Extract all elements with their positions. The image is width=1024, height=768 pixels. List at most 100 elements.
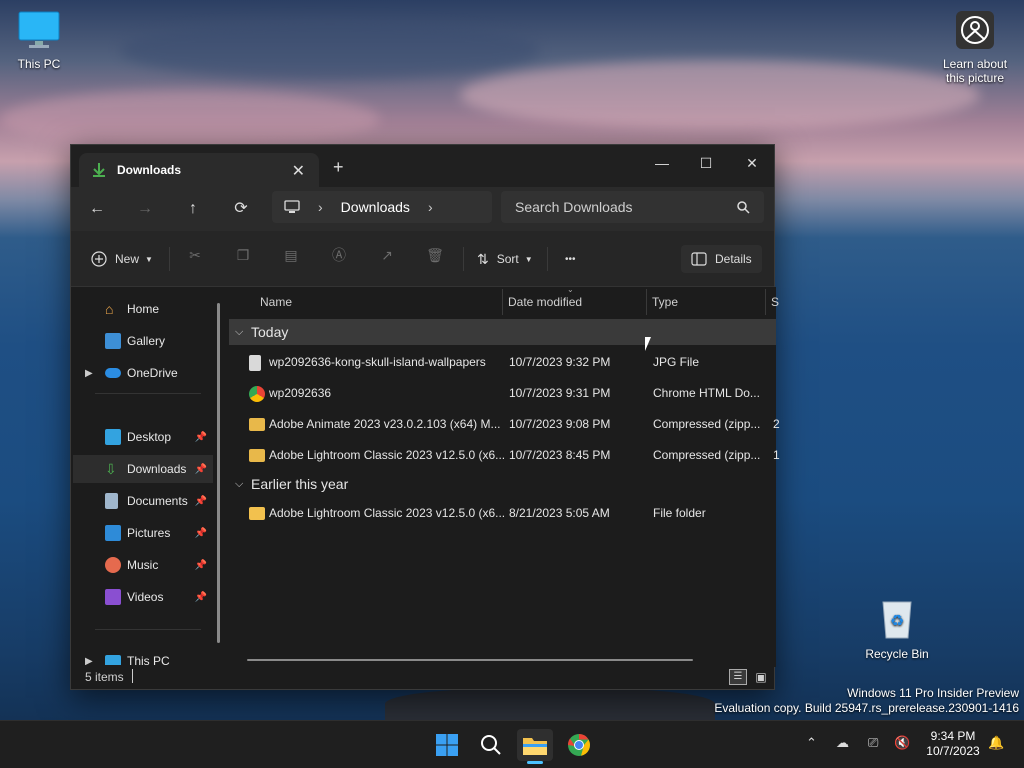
file-explorer-taskbar-button[interactable]	[517, 729, 553, 764]
minimize-button[interactable]: —	[639, 151, 685, 175]
chevron-right-icon[interactable]: ›	[428, 199, 433, 215]
volume-muted-icon[interactable]: 🔇	[894, 735, 910, 751]
pictures-icon	[105, 525, 121, 541]
camera-location-icon	[956, 11, 994, 49]
chrome-taskbar-button[interactable]	[561, 729, 597, 761]
recycle-bin-desktop-icon[interactable]: ♻ Recycle Bin	[852, 596, 942, 661]
mouse-cursor	[645, 337, 651, 351]
evaluation-watermark: Windows 11 Pro Insider Preview Evaluatio…	[714, 686, 1019, 716]
watermark-line2: Evaluation copy. Build 25947.rs_prerelea…	[714, 701, 1019, 715]
address-bar[interactable]: › Downloads ›	[272, 191, 492, 223]
network-icon[interactable]: ⎚	[868, 735, 878, 751]
file-row[interactable]: Adobe Animate 2023 v23.0.2.103 (x64) M..…	[241, 409, 780, 440]
cut-icon[interactable]: ✂	[185, 245, 205, 265]
sidebar-item-home[interactable]: ⌂ Home	[73, 295, 213, 323]
file-row[interactable]: wp2092636-kong-skull-island-wallpapers 1…	[241, 347, 776, 378]
learn-about-picture-icon[interactable]: Learn about this picture	[930, 10, 1020, 85]
sidebar-item-downloads[interactable]: ⇩ Downloads 📌	[73, 455, 213, 483]
pin-icon: 📌	[194, 431, 207, 443]
file-date: 10/7/2023 8:45 PM	[509, 448, 611, 462]
file-name: wp2092636	[269, 386, 332, 400]
details-pane-icon	[691, 252, 707, 266]
onedrive-icon[interactable]: ☁	[836, 735, 849, 751]
column-divider[interactable]	[502, 289, 503, 315]
group-header-earlier[interactable]: ⌵ Earlier this year	[229, 471, 776, 497]
up-button[interactable]: ↑	[181, 197, 205, 221]
group-header-today[interactable]: ⌵ Today	[229, 319, 776, 345]
this-pc-desktop-icon[interactable]: This PC	[0, 10, 84, 71]
tab-downloads[interactable]: Downloads ✕	[79, 153, 319, 187]
file-name: Adobe Animate 2023 v23.0.2.103 (x64) M..…	[269, 417, 501, 431]
details-view-icon[interactable]: ☰	[729, 669, 747, 685]
refresh-button[interactable]: ⟳	[229, 197, 253, 221]
sidebar-item-label: OneDrive	[127, 366, 178, 380]
horizontal-scrollbar[interactable]	[247, 659, 693, 661]
sidebar-item-music[interactable]: Music 📌	[73, 551, 213, 579]
column-divider[interactable]	[765, 289, 766, 315]
clock-date: 10/7/2023	[926, 744, 980, 758]
search-input[interactable]: Search Downloads	[515, 199, 633, 215]
sort-button[interactable]: ⇅ Sort ▼	[477, 245, 533, 273]
column-header-size[interactable]: S	[771, 291, 779, 313]
maximize-button[interactable]: ☐	[683, 151, 729, 175]
plus-circle-icon	[91, 251, 107, 267]
wallpaper-cloud	[120, 20, 540, 80]
videos-icon	[105, 589, 121, 605]
sidebar-item-desktop[interactable]: Desktop 📌	[73, 423, 213, 451]
chevron-right-icon[interactable]: ▶	[85, 368, 93, 379]
new-tab-button[interactable]: +	[333, 157, 344, 178]
sort-indicator-icon: ⌄	[567, 285, 574, 294]
sidebar-item-videos[interactable]: Videos 📌	[73, 583, 213, 611]
clock[interactable]: 9:34 PM 10/7/2023	[918, 729, 988, 759]
gallery-icon	[105, 333, 121, 349]
more-options-button[interactable]: •••	[565, 245, 576, 273]
file-name: Adobe Lightroom Classic 2023 v12.5.0 (x6…	[269, 506, 505, 520]
wallpaper-cloud	[460, 60, 980, 130]
sidebar-divider	[95, 629, 201, 630]
close-window-button[interactable]: ✕	[729, 151, 775, 175]
file-size: 2	[773, 417, 780, 431]
back-button[interactable]: ←	[85, 197, 109, 221]
new-button[interactable]: New ▼	[91, 245, 153, 273]
document-icon	[105, 493, 118, 509]
search-button[interactable]	[473, 729, 509, 761]
chrome-icon	[567, 734, 590, 756]
column-header-type[interactable]: Type	[652, 291, 678, 313]
clock-time: 9:34 PM	[930, 729, 976, 743]
notification-bell-icon[interactable]: 🔔	[988, 735, 1004, 751]
close-tab-icon[interactable]: ✕	[292, 161, 305, 181]
copy-icon[interactable]: ❐	[233, 245, 253, 265]
learn-label-line2: this picture	[945, 71, 1005, 85]
sidebar-item-label: Pictures	[127, 526, 171, 540]
search-box[interactable]: Search Downloads	[501, 191, 764, 223]
sidebar-item-onedrive[interactable]: ▶ OneDrive	[73, 359, 213, 387]
sidebar-item-pictures[interactable]: Pictures 📌	[73, 519, 213, 547]
sidebar-scrollbar[interactable]	[217, 303, 220, 643]
cloud-icon	[105, 368, 121, 378]
tab-title: Downloads	[117, 163, 182, 177]
column-header-name[interactable]: Name	[260, 291, 292, 313]
desktop-icon	[105, 429, 121, 445]
file-row[interactable]: Adobe Lightroom Classic 2023 v12.5.0 (x6…	[241, 440, 780, 471]
file-name: Adobe Lightroom Classic 2023 v12.5.0 (x6…	[269, 448, 505, 462]
share-icon[interactable]: ↗	[377, 245, 397, 265]
start-button[interactable]	[429, 729, 465, 761]
delete-icon[interactable]: 🗑	[425, 245, 445, 265]
file-row[interactable]: wp2092636 10/7/2023 9:31 PM Chrome HTML …	[241, 378, 776, 409]
forward-button[interactable]: →	[133, 197, 157, 221]
rename-icon[interactable]: Ⓐ	[329, 245, 349, 265]
sidebar-item-label: Desktop	[127, 430, 172, 444]
file-type: JPG File	[653, 355, 700, 369]
file-row[interactable]: Adobe Lightroom Classic 2023 v12.5.0 (x6…	[241, 498, 776, 529]
download-icon	[93, 163, 105, 177]
tiles-view-icon[interactable]: ▣	[753, 669, 769, 685]
paste-icon[interactable]: ▤	[281, 245, 301, 265]
chevron-up-icon[interactable]: ⌃	[806, 735, 817, 751]
column-header-date[interactable]: Date modified	[508, 291, 582, 313]
sidebar-item-documents[interactable]: Documents 📌	[73, 487, 213, 515]
breadcrumb-downloads[interactable]: Downloads	[341, 199, 410, 215]
pin-icon: 📌	[194, 559, 207, 571]
sidebar-item-gallery[interactable]: Gallery	[73, 327, 213, 355]
details-button[interactable]: Details	[681, 245, 762, 273]
column-divider[interactable]	[646, 289, 647, 315]
